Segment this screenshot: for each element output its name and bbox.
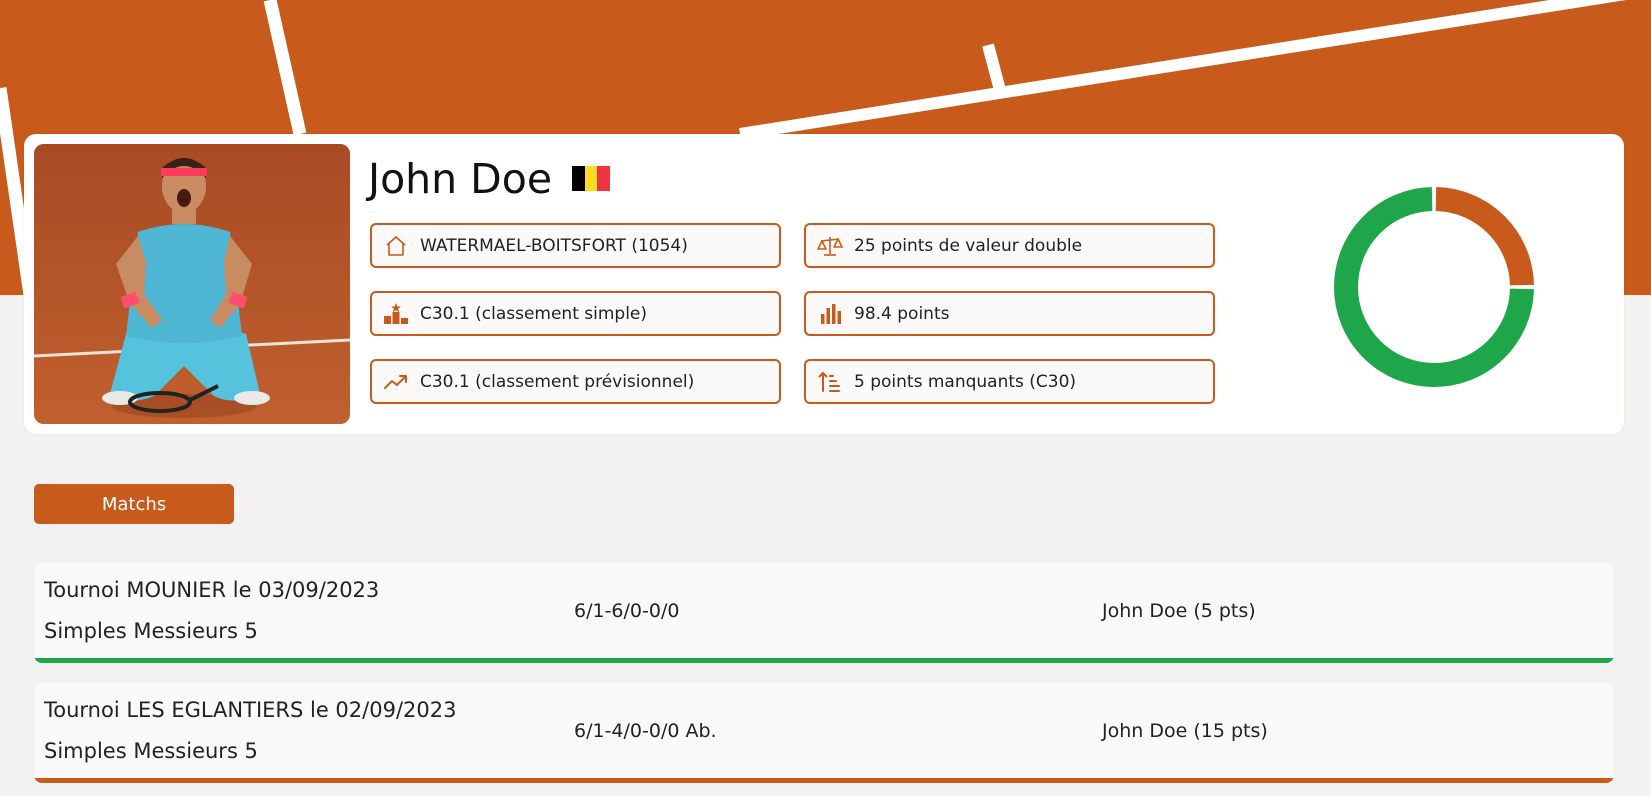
info-double-value-text: 25 points de valeur double [854, 235, 1083, 256]
flag-stripe-red [597, 166, 611, 191]
info-forecast-ranking-text: C30.1 (classement prévisionnel) [420, 371, 695, 392]
player-card: John Doe WATERMAEL-BOITSFORT (1054) 25 p… [24, 134, 1624, 434]
match-category: Simples Messieurs 5 [44, 739, 258, 763]
bar-chart-icon [816, 302, 844, 326]
match-result-bar-loss [34, 778, 1614, 783]
match-tournament: Tournoi MOUNIER le 03/09/2023 [44, 578, 380, 602]
donut-slice-1 [1435, 187, 1534, 286]
flag-stripe-yellow [584, 166, 598, 191]
matches-tab-button[interactable]: Matchs [34, 484, 234, 524]
info-missing-points: 5 points manquants (C30) [804, 359, 1215, 404]
match-winner: John Doe (5 pts) [1102, 600, 1256, 622]
points-donut-chart [1334, 187, 1534, 387]
info-missing-points-text: 5 points manquants (C30) [854, 371, 1077, 392]
player-photo [34, 144, 350, 424]
player-name: John Doe [368, 155, 553, 203]
match-score: 6/1-4/0-0/0 Ab. [574, 720, 717, 742]
flag-stripe-black [572, 166, 585, 191]
match-score: 6/1-6/0-0/0 [574, 600, 680, 622]
match-winner: John Doe (15 pts) [1102, 720, 1268, 742]
info-points: 98.4 points [804, 291, 1215, 336]
info-forecast-ranking: C30.1 (classement prévisionnel) [370, 359, 781, 404]
scale-icon [816, 234, 844, 258]
belgium-flag-icon [572, 166, 611, 191]
trending-up-icon [382, 370, 410, 394]
info-club-text: WATERMAEL-BOITSFORT (1054) [420, 235, 688, 256]
info-single-ranking: C30.1 (classement simple) [370, 291, 781, 336]
match-item[interactable]: Tournoi LES EGLANTIERS le 02/09/2023 Sim… [34, 683, 1614, 783]
match-item[interactable]: Tournoi MOUNIER le 03/09/2023 Simples Me… [34, 563, 1614, 663]
match-tournament: Tournoi LES EGLANTIERS le 02/09/2023 [44, 698, 457, 722]
sort-ascending-icon [816, 370, 844, 394]
info-club: WATERMAEL-BOITSFORT (1054) [370, 223, 781, 268]
match-result-bar-win [34, 658, 1614, 663]
match-category: Simples Messieurs 5 [44, 619, 258, 643]
info-single-ranking-text: C30.1 (classement simple) [420, 303, 648, 324]
podium-icon [382, 302, 410, 326]
info-points-text: 98.4 points [854, 303, 950, 324]
home-icon [382, 234, 410, 258]
info-double-value: 25 points de valeur double [804, 223, 1215, 268]
